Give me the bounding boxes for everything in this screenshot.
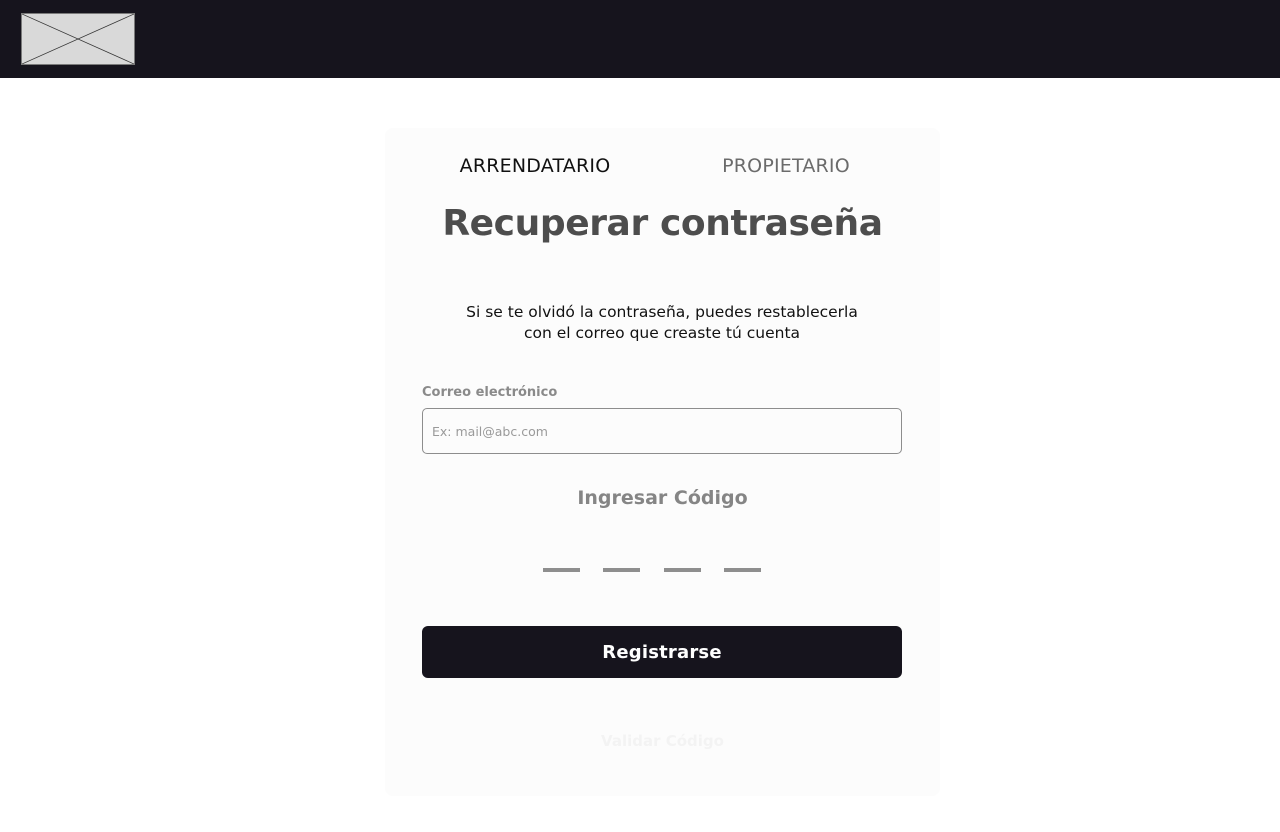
code-digit-4[interactable]	[724, 562, 761, 578]
code-section-title: Ingresar Código	[577, 487, 748, 509]
code-digit-1[interactable]	[543, 562, 580, 578]
code-digit-underline	[603, 568, 640, 572]
recovery-description-line-2: con el correo que creaste tú cuenta	[523, 324, 801, 342]
code-digit-underline	[543, 568, 580, 572]
code-digit-underline	[724, 568, 761, 572]
code-digit-2[interactable]	[603, 562, 640, 578]
tab-arrendatario[interactable]: ARRENDATARIO	[450, 153, 620, 179]
recovery-description-line-1: Si se te olvidó la contraseña, puedes re…	[466, 303, 858, 321]
top-navigation-bar	[0, 0, 1280, 78]
code-digit-3[interactable]	[664, 562, 701, 578]
tab-propietario[interactable]: PROPIETARIO	[702, 153, 870, 179]
email-input[interactable]	[422, 408, 902, 454]
code-digit-underline	[664, 568, 701, 572]
logo-image-placeholder-icon[interactable]	[21, 13, 135, 65]
validate-code-link[interactable]: Validar Código	[385, 730, 940, 752]
register-button[interactable]: Registrarse	[422, 626, 902, 678]
page-title: Recuperar contraseña	[442, 203, 883, 244]
email-label: Correo electrónico	[422, 385, 558, 400]
recovery-description: Si se te olvidó la contraseña, puedes re…	[441, 302, 883, 344]
